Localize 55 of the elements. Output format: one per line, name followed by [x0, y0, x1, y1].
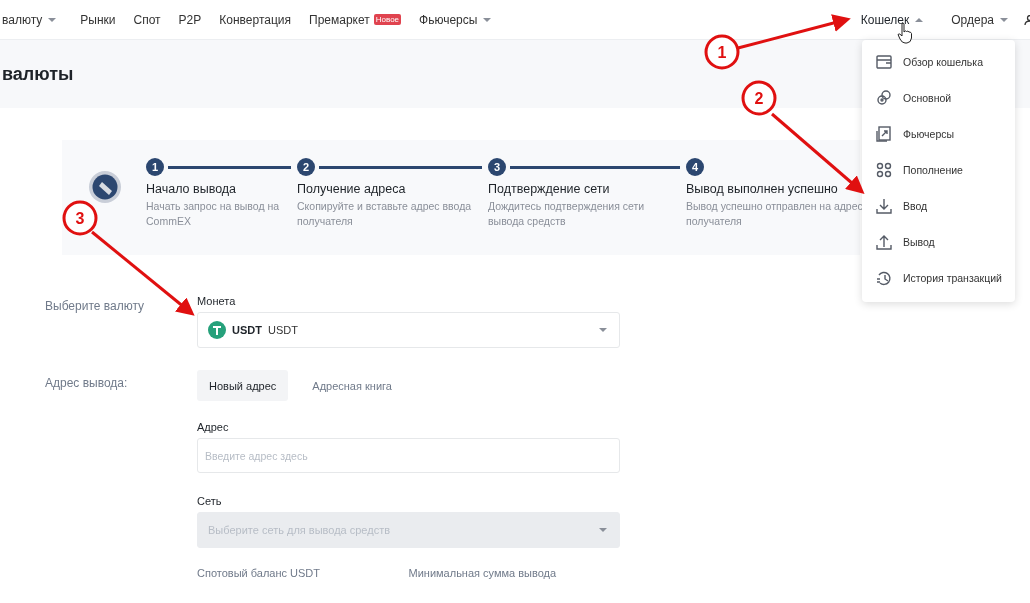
min-amount-label: Минимальная сумма вывода: [408, 567, 558, 579]
step-title: Вывод выполнен успешно: [686, 182, 839, 196]
step-description: Начать запрос на вывод на CommEX: [146, 199, 281, 229]
field-label: Адрес вывода:: [44, 375, 129, 392]
history-icon: [875, 269, 893, 287]
menu-item[interactable]: Основной: [862, 80, 1015, 116]
nav-link[interactable]: Фьючерсы: [410, 12, 501, 27]
step-title: Начало вывода: [146, 182, 238, 196]
coin-select[interactable]: USDT USDT: [197, 312, 620, 348]
dropdown-caret-icon: [599, 327, 607, 333]
step-number: 3: [488, 158, 506, 176]
user-icon[interactable]: [1024, 14, 1030, 25]
field-label: Адрес: [197, 421, 230, 433]
menu-item[interactable]: Фьючерсы: [862, 116, 1015, 152]
menu-item[interactable]: Обзор кошелька: [862, 44, 1015, 80]
field-label: Сеть: [197, 495, 223, 507]
step-description: Скопируйте и вставьте адрес ввода получателя: [297, 199, 473, 229]
nav-link[interactable]: P2P: [169, 12, 211, 27]
logo-icon: [88, 170, 122, 204]
nav-link[interactable]: Премаркет Новое: [300, 12, 411, 27]
nav-link[interactable]: Спот: [124, 12, 170, 27]
wallet-icon: [875, 53, 893, 71]
upload-icon: [875, 233, 893, 251]
address-tab[interactable]: Адресная книга: [300, 370, 404, 401]
menu-item[interactable]: Вывод: [862, 224, 1015, 260]
menu-item[interactable]: Ввод: [862, 188, 1015, 224]
nav-link[interactable]: Рынки: [71, 12, 125, 27]
step-description: Вывод успешно отправлен на адрес получателя: [686, 199, 864, 229]
field-label: Монета: [197, 295, 237, 307]
nav-link[interactable]: валюту: [0, 12, 66, 27]
nav-menu-link[interactable]: Кошелек: [848, 12, 936, 27]
step-description: Дождитесь подтверждения сети вывода средств: [488, 199, 646, 229]
download-icon: [875, 197, 893, 215]
field-label: Выберите валюту: [44, 298, 146, 315]
address-tab[interactable]: Новый адрес: [197, 370, 289, 401]
annotation-callout: 1: [704, 14, 851, 70]
step-title: Получение адреса: [297, 182, 407, 196]
deposit-icon: [875, 161, 893, 179]
menu-item[interactable]: История транзакций: [862, 260, 1015, 296]
step-title: Подтверждение сети: [488, 182, 611, 196]
futures-icon: [875, 125, 893, 143]
coins-icon: [875, 89, 893, 107]
nav-menu-link[interactable]: Ордера: [939, 12, 1020, 27]
coin-name: USDT: [267, 324, 298, 336]
step-number: 4: [686, 158, 704, 176]
dropdown-caret-icon: [599, 527, 607, 533]
menu-item[interactable]: Пополнение: [862, 152, 1015, 188]
coin-icon: [208, 321, 226, 339]
new-badge: Новое: [373, 14, 402, 25]
page-title: валюты: [2, 63, 74, 85]
balance-label: Спотовый баланс USDT: [197, 567, 322, 579]
nav-link[interactable]: Конвертация: [210, 12, 300, 27]
address-input-field[interactable]: Введите адрес здесь: [197, 438, 620, 473]
step-number: 2: [297, 158, 315, 176]
step-number: 1: [146, 158, 164, 176]
